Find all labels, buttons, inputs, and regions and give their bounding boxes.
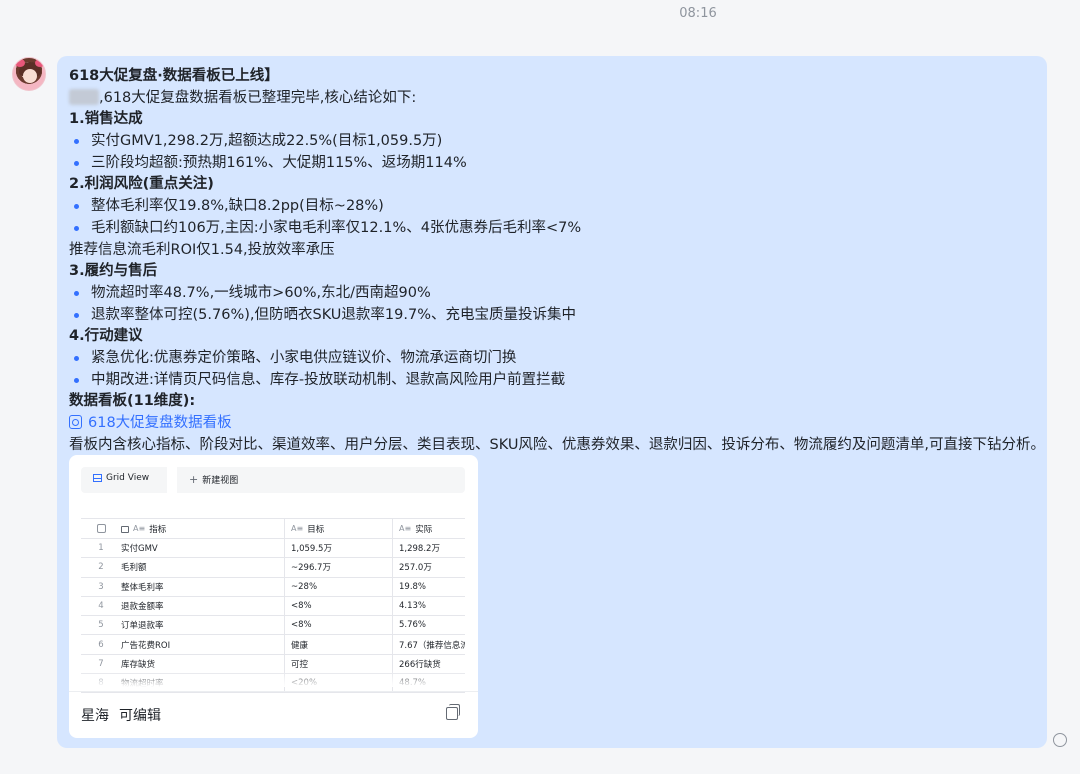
text-field-icon: A≡ — [399, 524, 412, 533]
plus-icon: + — [189, 472, 199, 486]
table-row[interactable]: 4 退款金额率 <8% 4.13% — [81, 596, 465, 617]
bullet-item: 三阶段均超额:预热期161%、大促期115%、返场期114% — [69, 153, 1039, 175]
new-view-button[interactable]: + 新建视图 — [189, 472, 238, 487]
bullet-item: 退款率整体可控(5.76%),但防晒衣SKU退款率19.7%、充电宝质量投诉集中 — [69, 305, 1039, 327]
permission-label: 可编辑 — [119, 708, 161, 724]
doc-preview-card[interactable]: Grid View + 新建视图 A≡ 指标 A≡ 目标 A≡ 实际 1 实付GMV 1,… — [69, 455, 478, 738]
target-cell: ~296.7万 — [284, 558, 392, 577]
target-cell: 1,059.5万 — [284, 539, 392, 558]
row-index: 4 — [98, 601, 104, 612]
metric-cell: 订单退款率 — [121, 621, 164, 632]
view-toolbar: Grid View + 新建视图 — [81, 467, 465, 493]
message-timestamp: 08:16 — [679, 6, 717, 21]
metric-cell: 整体毛利率 — [121, 582, 164, 593]
row-index: 2 — [98, 562, 104, 573]
tab-grid-view[interactable]: Grid View — [93, 473, 149, 483]
bullet-item: 毛利额缺口约106万,主因:小家电毛利率仅12.1%、4张优惠券后毛利率<7% — [69, 218, 1039, 240]
section-heading: 1.销售达成 — [69, 111, 143, 128]
select-all-checkbox[interactable] — [96, 524, 106, 533]
metric-cell: 广告花费ROI — [121, 640, 171, 651]
bullet-item: 整体毛利率仅19.8%,缺口8.2pp(目标~28%) — [69, 196, 1039, 218]
redacted-mention — [69, 88, 99, 105]
text-field-icon: A≡ — [291, 524, 304, 533]
actual-cell: 7.67（推荐信息流 — [392, 635, 465, 654]
table-header: A≡ 指标 A≡ 目标 A≡ 实际 — [81, 518, 465, 539]
target-cell: <8% — [284, 616, 392, 635]
row-index: 3 — [98, 581, 104, 592]
table-row[interactable]: 6 广告花费ROI 健康 7.67（推荐信息流 — [81, 635, 465, 655]
section-heading: 3.履约与售后 — [69, 263, 158, 280]
table-row[interactable]: 5 订单退款率 <8% 5.76% — [81, 616, 465, 636]
text-field-icon: A≡ — [133, 524, 146, 533]
row-index: 1 — [98, 543, 104, 554]
message-line: ,618大促复盘数据看板已整理完毕,核心结论如下: — [69, 88, 1039, 110]
bullet-item: 中期改进:详情页尺码信息、库存-投放联动机制、退款高风险用户前置拦截 — [69, 370, 1039, 392]
bullet-item: 实付GMV1,298.2万,超额达成22.5%(目标1,059.5万) — [69, 131, 1039, 153]
data-table: A≡ 指标 A≡ 目标 A≡ 实际 1 实付GMV 1,059.5万 1,298.2万 2 毛利… — [81, 518, 465, 694]
message-title: 618大促复盘·数据看板已上线】 — [69, 68, 279, 84]
card-footer: 星海 可编辑 — [69, 691, 478, 738]
column-header-metric[interactable]: A≡ 指标 — [121, 519, 284, 538]
doc-owner: 星海 — [81, 708, 109, 724]
target-cell: <8% — [284, 596, 392, 616]
table-row[interactable]: 3 整体毛利率 ~28% 19.8% — [81, 577, 465, 597]
table-row[interactable]: 2 毛利额 ~296.7万 257.0万 — [81, 558, 465, 578]
bow-icon — [15, 59, 25, 67]
metric-cell: 退款金额率 — [121, 602, 164, 613]
message-content: 618大促复盘·数据看板已上线】 ,618大促复盘数据看板已整理完毕,核心结论如… — [69, 66, 1046, 456]
message-line: 推荐信息流毛利ROI仅1.54,投放效率承压 — [69, 241, 335, 258]
actual-cell: 5.76% — [392, 616, 465, 635]
row-index: 6 — [98, 639, 104, 650]
bow-icon — [35, 59, 45, 67]
dashboard-doc-link[interactable]: 618大促复盘数据看板 — [69, 413, 1039, 435]
bullet-item: 物流超时率48.7%,一线城市>60%,东北/西南超90% — [69, 283, 1039, 305]
section-heading: 4.行动建议 — [69, 328, 143, 345]
metric-cell: 毛利额 — [121, 563, 147, 574]
doc-icon — [69, 415, 82, 429]
actual-cell: 4.13% — [392, 596, 465, 616]
actual-cell: 257.0万 — [392, 558, 465, 577]
copy-icon[interactable] — [446, 704, 460, 720]
metric-cell: 实付GMV — [121, 544, 158, 555]
section-heading: 数据看板(11维度): — [69, 393, 196, 410]
column-header-target[interactable]: A≡ 目标 — [284, 519, 392, 538]
target-cell: ~28% — [284, 577, 392, 596]
section-heading: 2.利润风险(重点关注) — [69, 176, 214, 193]
column-header-actual[interactable]: A≡ 实际 — [392, 519, 465, 538]
sender-avatar[interactable] — [12, 57, 46, 91]
actual-cell: 19.8% — [392, 577, 465, 596]
actual-cell: 1,298.2万 — [392, 539, 465, 558]
grid-view-icon — [93, 474, 102, 482]
table-row[interactable]: 1 实付GMV 1,059.5万 1,298.2万 — [81, 539, 465, 559]
bullet-item: 紧急优化:优惠券定价策略、小家电供应链议价、物流承运商切门换 — [69, 348, 1039, 370]
message-line: 看板内含核心指标、阶段对比、渠道效率、用户分层、类目表现、SKU风险、优惠券效果… — [69, 436, 1046, 453]
lock-icon — [121, 526, 129, 533]
read-status-icon — [1053, 733, 1067, 747]
row-index: 5 — [98, 620, 104, 631]
target-cell: 健康 — [284, 635, 392, 654]
